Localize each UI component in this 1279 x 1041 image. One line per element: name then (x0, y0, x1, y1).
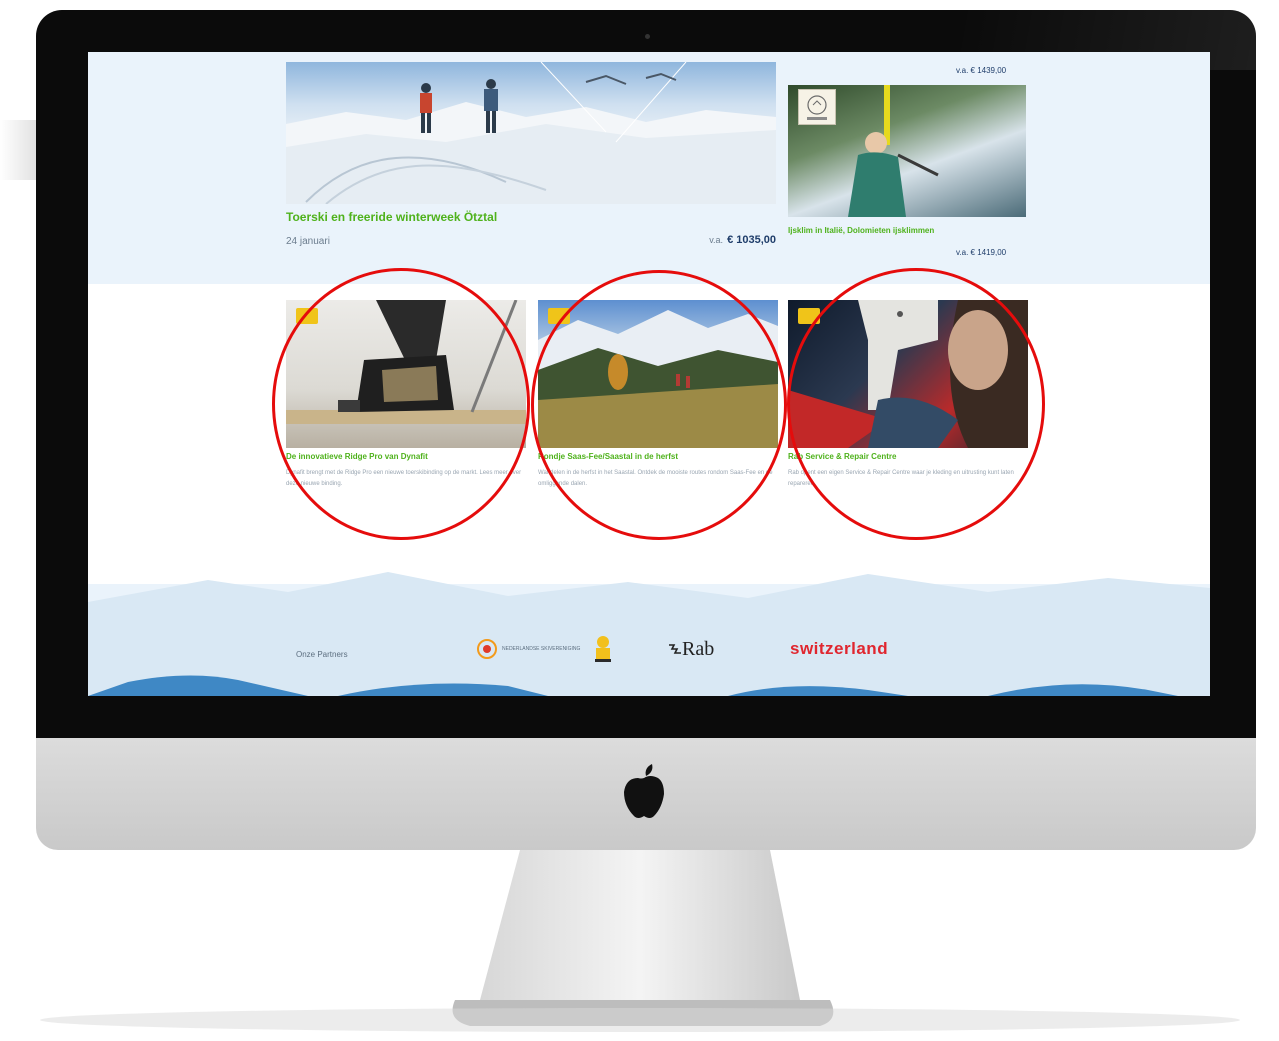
partners-label: Onze Partners (296, 650, 348, 659)
card-title[interactable]: Rab Service & Repair Centre (788, 452, 1028, 461)
autumn-hike-photo (538, 310, 778, 448)
ski-touring-photo (286, 62, 776, 204)
award-badge (798, 89, 836, 125)
ski-boot-photo (286, 300, 526, 424)
card-title[interactable]: Rondje Saas-Fee/Saastal in de herfst (538, 452, 778, 461)
partner-rab-text: Rab (682, 637, 715, 660)
card-image[interactable] (788, 300, 1028, 448)
partner-switzerland-text: switzerland (790, 639, 889, 658)
monitor-stand (40, 850, 1240, 1032)
price-prefix: v.a. (709, 235, 724, 245)
card-description: Rab opent een eigen Service & Repair Cen… (788, 470, 1014, 487)
apple-logo-icon (624, 764, 664, 818)
partner-nsv-logo[interactable]: NEDERLANDSE SKIVERENIGING (476, 634, 580, 664)
card-tag (548, 308, 570, 324)
partner-switzerland-logo[interactable]: switzerland (790, 634, 888, 664)
feature-date: 24 januari (286, 236, 330, 247)
card-description: Dynafit brengt met de Ridge Pro een nieu… (286, 470, 522, 487)
card-tag (296, 308, 318, 324)
feature-image[interactable] (286, 62, 776, 204)
card-title[interactable]: De innovatieve Ridge Pro van Dynafit (286, 452, 526, 461)
partner-1-text: NEDERLANDSE SKIVERENIGING (502, 646, 581, 652)
award-badge-icon (807, 95, 827, 120)
camera-dot (645, 34, 650, 39)
card-tag (798, 308, 820, 324)
nsv-logo-icon (477, 639, 497, 659)
side-price-top: v.a. € 1439,00 (956, 66, 1007, 75)
card-image[interactable] (286, 300, 526, 448)
feature-title[interactable]: Toerski en freeride winterweek Ötztal (286, 210, 776, 224)
partner-rab-logo[interactable]: Rab (668, 634, 714, 664)
feature-price: v.a. € 1035,00 (709, 234, 776, 246)
side-price-bottom: v.a. € 1419,00 (956, 248, 1007, 257)
sewing-machine-photo (788, 300, 1028, 448)
backdrop-shadow (0, 120, 40, 180)
rab-mark-icon (669, 644, 681, 654)
side-trip-title[interactable]: Ijsklim in Italië, Dolomieten ijsklimmen (788, 226, 934, 235)
yellow-mascot-logo-icon (595, 636, 611, 662)
footer-mountains (88, 572, 1210, 696)
website-screen: Toerski en freeride winterweek Ötztal 24… (88, 52, 1210, 696)
card-image[interactable] (538, 300, 778, 448)
partner-2-logo[interactable] (592, 634, 614, 664)
price-value: € 1035,00 (727, 234, 776, 246)
card-description: Wandelen in de herfst in het Saastal. On… (538, 470, 773, 487)
